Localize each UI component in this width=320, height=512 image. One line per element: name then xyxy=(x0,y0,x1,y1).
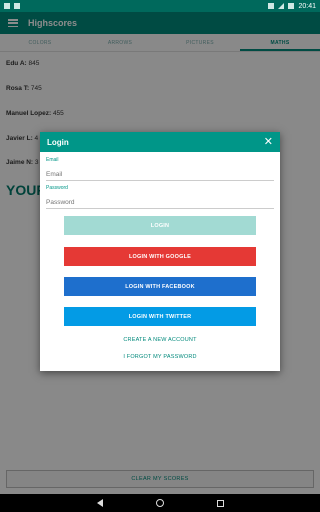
login-facebook-button[interactable]: LOGIN WITH FACEBOOK xyxy=(64,277,256,296)
notification-icon xyxy=(4,3,10,9)
password-field-group: Password xyxy=(46,185,274,209)
wifi-icon xyxy=(268,3,275,9)
signal-icon xyxy=(278,3,285,9)
dialog-header: Login ✕ xyxy=(40,132,280,152)
create-account-link[interactable]: CREATE A NEW ACCOUNT xyxy=(40,337,280,343)
home-icon[interactable] xyxy=(155,499,164,507)
email-label: Email xyxy=(46,157,59,163)
navigation-bar xyxy=(0,494,320,512)
email-field[interactable] xyxy=(46,169,274,181)
dialog-title: Login xyxy=(47,137,69,147)
recent-apps-icon[interactable] xyxy=(216,499,224,507)
forgot-password-link[interactable]: I FORGOT MY PASSWORD xyxy=(40,354,280,360)
battery-icon xyxy=(288,3,295,9)
status-bar: 20:41 xyxy=(0,0,320,12)
status-time: 20:41 xyxy=(298,2,316,10)
close-icon[interactable]: ✕ xyxy=(264,136,273,148)
notification-icon xyxy=(14,3,20,9)
login-button[interactable]: LOGIN xyxy=(64,216,256,235)
login-twitter-button[interactable]: LOGIN WITH TWITTER xyxy=(64,307,256,326)
email-field-group: Email xyxy=(46,157,274,181)
password-label: Password xyxy=(46,185,68,191)
login-dialog: Login ✕ Email Password LOGIN LOGIN WITH … xyxy=(40,132,280,371)
login-google-button[interactable]: LOGIN WITH GOOGLE xyxy=(64,247,256,266)
back-icon[interactable] xyxy=(96,499,103,507)
password-field[interactable] xyxy=(46,197,274,209)
